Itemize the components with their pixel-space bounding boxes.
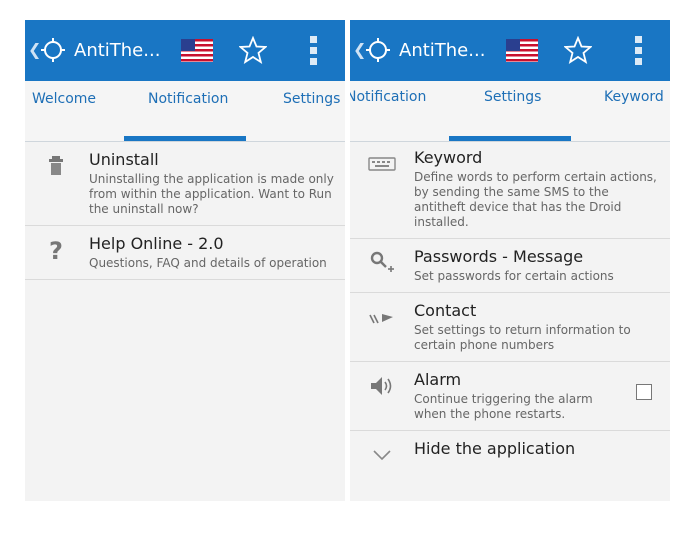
item-subtitle: Continue triggering the alarm when the p…: [414, 392, 593, 421]
item-subtitle: Define words to perform certain actions,…: [414, 170, 657, 229]
list-item-help-online[interactable]: ? Help Online - 2.0 Questions, FAQ and d…: [25, 226, 345, 280]
tab-settings[interactable]: Settings: [283, 91, 340, 107]
list-item-keyword[interactable]: Keyword Define words to perform certain …: [350, 140, 670, 239]
item-subtitle: Set settings to return information to ce…: [414, 323, 631, 352]
overflow-menu-icon[interactable]: [309, 36, 319, 66]
us-flag-icon[interactable]: [181, 39, 213, 62]
screen-left: ❮ AntiThe... Welcome Notification Settin…: [25, 20, 345, 501]
action-bar: ❮ AntiThe...: [350, 20, 670, 81]
tab-settings[interactable]: Settings: [484, 89, 541, 105]
crosshair-app-icon[interactable]: [365, 37, 391, 63]
item-title: Contact: [414, 301, 477, 320]
overflow-menu-icon[interactable]: [634, 36, 644, 66]
settings-list: Uninstall Uninstalling the application i…: [25, 142, 345, 280]
item-title: Keyword: [414, 148, 483, 167]
star-icon[interactable]: [239, 36, 267, 64]
list-item-uninstall[interactable]: Uninstall Uninstalling the application i…: [25, 142, 345, 226]
tab-bar: Welcome Notification Settings: [25, 81, 345, 142]
item-title: Alarm: [414, 370, 462, 389]
action-bar: ❮ AntiThe...: [25, 20, 345, 81]
tab-bar: Notification Settings Keyword: [350, 81, 670, 142]
list-item-alarm[interactable]: Alarm Continue triggering the alarm when…: [350, 362, 670, 431]
item-title: Hide the application: [414, 439, 576, 458]
forward-icon: [369, 314, 393, 324]
tab-indicator: [124, 136, 246, 141]
speaker-icon: [371, 377, 392, 395]
tab-keyword[interactable]: Keyword: [604, 89, 664, 105]
item-subtitle: Uninstalling the application is made onl…: [89, 172, 334, 216]
chevron-down-icon: [373, 450, 391, 461]
item-title: Help Online - 2.0: [89, 234, 224, 253]
item-subtitle: Set passwords for certain actions: [414, 269, 614, 283]
app-title: AntiThe...: [74, 40, 161, 61]
item-title: Uninstall: [89, 150, 159, 169]
star-icon[interactable]: [564, 36, 592, 64]
app-title: AntiThe...: [399, 40, 486, 61]
settings-list: Keyword Define words to perform certain …: [350, 140, 670, 467]
trash-icon: [49, 156, 63, 175]
item-subtitle: Questions, FAQ and details of operation: [89, 256, 327, 270]
tab-welcome[interactable]: Welcome: [32, 91, 96, 107]
list-item-contact[interactable]: Contact Set settings to return informati…: [350, 293, 670, 362]
item-title: Passwords - Message: [414, 247, 584, 266]
list-item-hide-application[interactable]: Hide the application: [350, 431, 670, 467]
question-icon: ?: [49, 237, 63, 264]
crosshair-app-icon[interactable]: [40, 37, 66, 63]
key-icon: [370, 251, 394, 272]
us-flag-icon[interactable]: [506, 39, 538, 62]
alarm-checkbox[interactable]: [636, 384, 652, 400]
keyboard-icon: [368, 157, 396, 171]
tab-notification[interactable]: Notification: [148, 91, 228, 107]
list-item-passwords-message[interactable]: Passwords - Message Set passwords for ce…: [350, 239, 670, 293]
svg-text:?: ?: [49, 237, 63, 264]
tab-notification[interactable]: Notification: [350, 89, 426, 105]
screen-right: ❮ AntiThe... Notification Settings Keywo…: [350, 20, 670, 501]
